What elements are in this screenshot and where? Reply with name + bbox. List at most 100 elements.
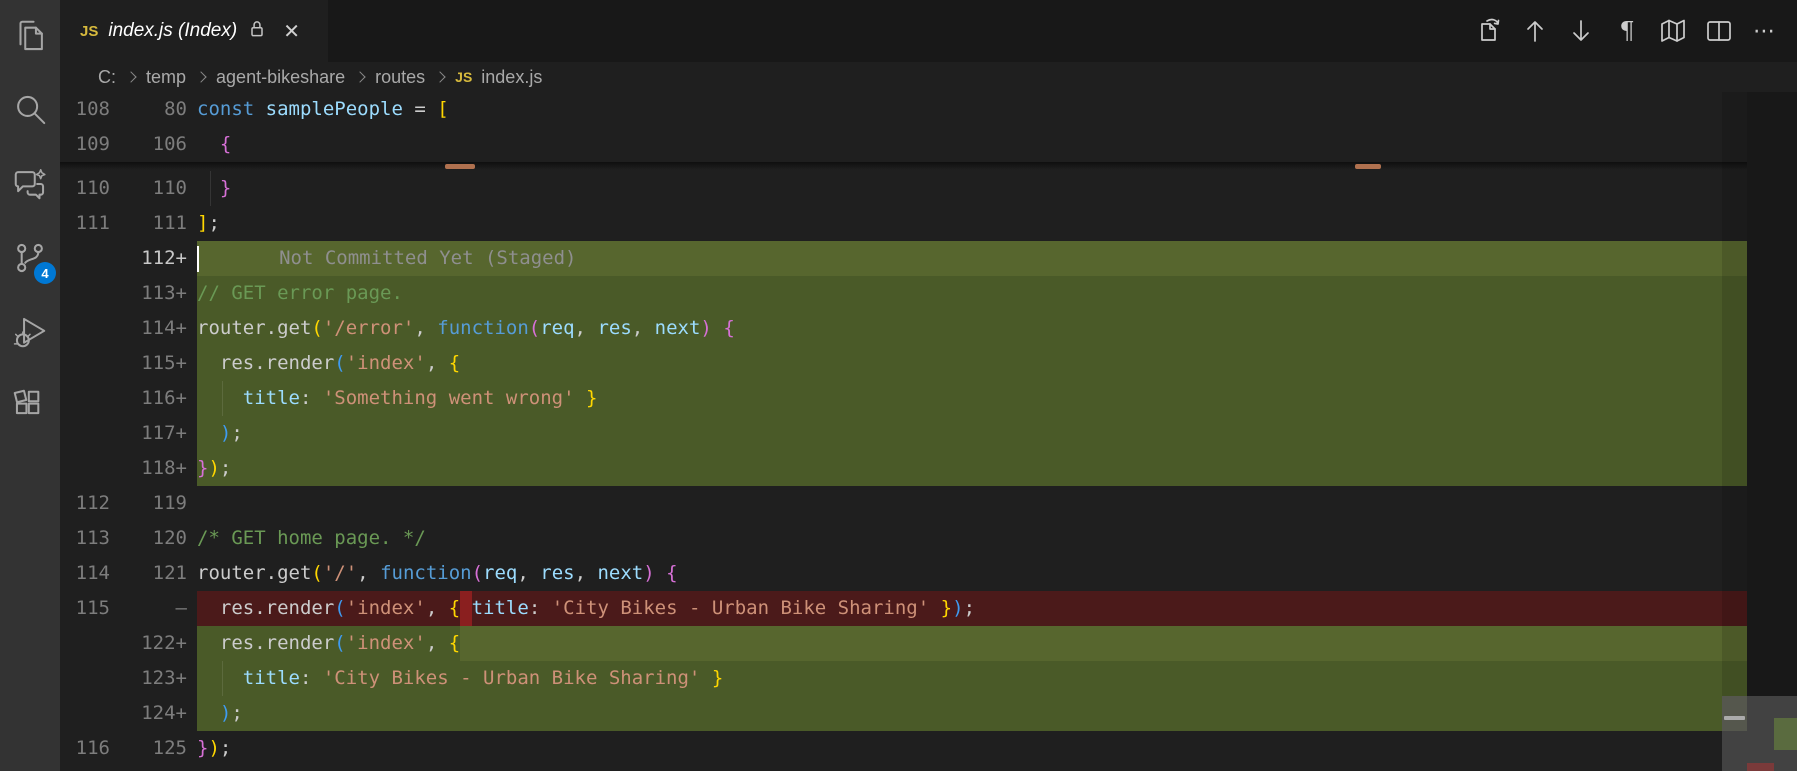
gutter: 115–: [60, 591, 197, 626]
token-p: ): [643, 556, 654, 591]
token-id: [197, 696, 220, 731]
gutter: 114121: [60, 556, 197, 591]
code-line[interactable]: 113+// GET error page.: [60, 276, 1747, 311]
code-line[interactable]: 115– res.render('index', { title: 'City …: [60, 591, 1747, 626]
line-number-modified: 122+: [110, 626, 197, 661]
more-actions-icon[interactable]: ⋯: [1747, 13, 1783, 49]
code-line[interactable]: 112+ Not Committed Yet (Staged): [60, 241, 1747, 276]
code-content: const samplePeople = [: [197, 92, 1747, 127]
token-prop: req: [483, 556, 517, 591]
minimap-added-marker: [1774, 718, 1797, 750]
code-line[interactable]: 122+ res.render('index', {: [60, 626, 1747, 661]
line-number-modified: –: [110, 591, 197, 626]
token-prop: title: [243, 661, 300, 696]
minimap[interactable]: [1722, 696, 1797, 771]
code-line[interactable]: 115+ res.render('index', {: [60, 346, 1747, 381]
code-line[interactable]: 116125});: [60, 731, 1747, 766]
token-str: 'Something went wrong': [323, 381, 575, 416]
activity-explorer[interactable]: [6, 14, 54, 62]
token-id: [197, 416, 220, 451]
indent-guide: [222, 661, 223, 696]
activity-search[interactable]: [6, 88, 54, 136]
map-icon[interactable]: [1655, 13, 1691, 49]
scrollbar-slider[interactable]: [1722, 696, 1747, 731]
code-content: ];: [197, 206, 1747, 241]
token-prop: title: [243, 381, 300, 416]
token-p: (: [529, 311, 540, 346]
token-str: 'City Bikes - Urban Bike Sharing': [323, 661, 701, 696]
js-file-icon: JS: [80, 23, 98, 40]
tab-title: index.js (Index): [108, 20, 237, 42]
token-p: }: [197, 451, 208, 486]
token-str: 'index': [346, 626, 426, 661]
token-id: ,: [632, 311, 655, 346]
token-y: ): [208, 731, 219, 766]
split-editor-icon[interactable]: [1701, 13, 1737, 49]
line-number-original: 112: [60, 486, 110, 521]
code-line[interactable]: 113120/* GET home page. */: [60, 521, 1747, 556]
code-line[interactable]: 114+router.get('/error', function(req, r…: [60, 311, 1747, 346]
sticky-scroll-line[interactable]: 10880const samplePeople = [: [60, 92, 1747, 127]
token-id: [197, 381, 243, 416]
code-content: router.get('/error', function(req, res, …: [197, 311, 1747, 346]
render-whitespace-icon[interactable]: ¶: [1609, 13, 1645, 49]
token-ann: Not Committed Yet (Staged): [199, 241, 577, 276]
code-line[interactable]: 123+ title: 'City Bikes - Urban Bike Sha…: [60, 661, 1747, 696]
code-line[interactable]: 117+ );: [60, 416, 1747, 451]
breadcrumb-item[interactable]: temp: [146, 67, 186, 88]
line-number-original: [60, 416, 110, 451]
next-change-icon[interactable]: [1563, 13, 1599, 49]
code-line[interactable]: 111111];: [60, 206, 1747, 241]
token-id: ,: [517, 556, 540, 591]
close-tab-icon[interactable]: ✕: [283, 19, 300, 44]
indent-guide: [210, 171, 211, 206]
diff-editor[interactable]: 10880const samplePeople = [109106 { 11011…: [60, 92, 1747, 771]
line-number-modified: 119: [110, 486, 197, 521]
gutter: 113120: [60, 521, 197, 556]
line-number-modified: 112+: [110, 241, 197, 276]
code-content: title: 'Something went wrong' }: [197, 381, 1747, 416]
breadcrumb-item[interactable]: routes: [375, 67, 425, 88]
code-line[interactable]: 116+ title: 'Something went wrong' }: [60, 381, 1747, 416]
code-line[interactable]: 114121router.get('/', function(req, res,…: [60, 556, 1747, 591]
token-id: router.get: [197, 556, 311, 591]
gutter: 110110: [60, 171, 197, 206]
token-prop: next: [597, 556, 643, 591]
breadcrumb-item[interactable]: agent-bikeshare: [216, 67, 345, 88]
previous-change-icon[interactable]: [1517, 13, 1553, 49]
activity-run-debug[interactable]: [6, 310, 54, 358]
tab-indexjs[interactable]: JS index.js (Index) ✕: [60, 0, 328, 62]
breadcrumb-item[interactable]: C:: [98, 67, 116, 88]
code-line[interactable]: 112119: [60, 486, 1747, 521]
token-p: ): [700, 311, 711, 346]
code-line[interactable]: 118+});: [60, 451, 1747, 486]
activity-bar: 4: [0, 0, 60, 771]
token-id: res.render: [197, 591, 334, 626]
sticky-scroll-line[interactable]: 109106 {: [60, 127, 1747, 162]
gutter: 111111: [60, 206, 197, 241]
token-y: {: [449, 591, 460, 626]
activity-chat[interactable]: [6, 162, 54, 210]
line-number-original: [60, 241, 110, 276]
code-line[interactable]: 124+ );: [60, 696, 1747, 731]
token-y: }: [712, 661, 723, 696]
code-content: });: [197, 731, 1747, 766]
line-number-original: 109: [60, 127, 110, 162]
line-number-modified: 115+: [110, 346, 197, 381]
editor-right-rail: [1747, 92, 1797, 771]
token-y: {: [449, 346, 460, 381]
open-file-icon[interactable]: [1471, 13, 1507, 49]
line-number-modified: 125: [110, 731, 197, 766]
extensions-icon: [11, 387, 49, 430]
token-id: res.render: [197, 626, 334, 661]
breadcrumb-file[interactable]: index.js: [481, 67, 542, 88]
token-id: [197, 127, 220, 162]
line-number-modified: 124+: [110, 696, 197, 731]
token-y: ): [208, 451, 219, 486]
code-line[interactable]: 110110 }: [60, 171, 1747, 206]
activity-source-control[interactable]: 4: [6, 236, 54, 284]
activity-extensions[interactable]: [6, 384, 54, 432]
chat-icon: [11, 165, 49, 208]
token-id: ,: [426, 591, 449, 626]
run-debug-icon: [11, 313, 49, 356]
